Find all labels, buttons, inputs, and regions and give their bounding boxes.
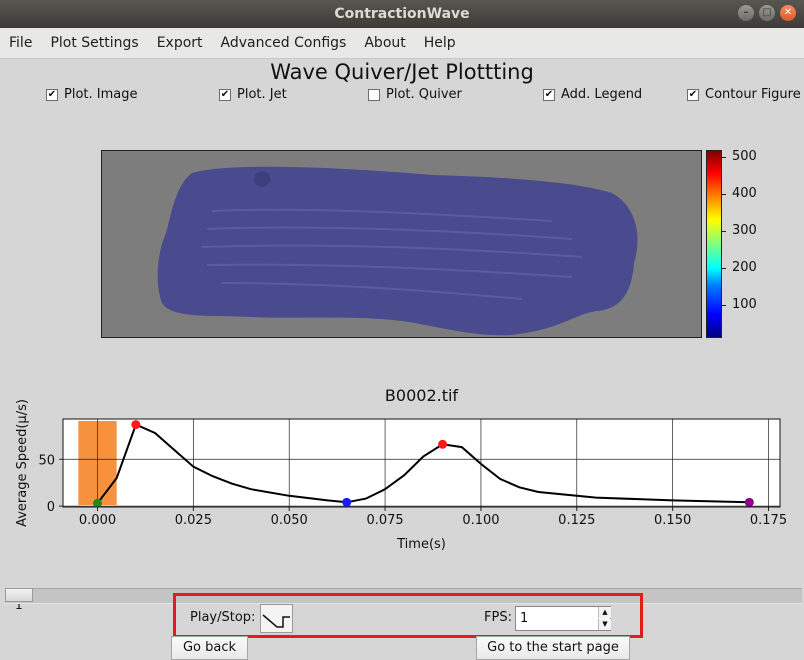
x-tick-label: 0.025 [175, 513, 212, 528]
y-axis-label: Average Speed(μ/s) [15, 399, 30, 527]
fps-label: FPS: [484, 610, 512, 625]
x-axis-label: Time(s) [396, 537, 446, 552]
page-title: Wave Quiver/Jet Plottting [270, 60, 534, 84]
checkbox-label: Plot. Quiver [386, 87, 462, 102]
checkbox-label: Plot. Image [64, 87, 138, 102]
menu-help[interactable]: Help [415, 35, 465, 51]
window-controls: – □ ✕ [738, 5, 796, 21]
event-marker [342, 497, 352, 507]
fps-value: 1 [520, 611, 529, 626]
menu-file[interactable]: File [0, 35, 41, 51]
x-tick-label: 0.075 [366, 513, 403, 528]
window-titlebar: ContractionWave – □ ✕ [0, 0, 804, 28]
fps-spinbox[interactable]: 1 [515, 606, 611, 631]
colorbar [706, 150, 722, 338]
menubar: File Plot Settings Export Advanced Confi… [0, 28, 804, 59]
chart-title: B0002.tif [385, 386, 459, 405]
colorbar-tick: 400 [722, 186, 757, 201]
colorbar-tick: 300 [722, 223, 757, 238]
checkbox-plot-quiver[interactable]: Plot. Quiver [368, 87, 462, 102]
y-tick-label: 50 [38, 453, 55, 468]
event-marker [93, 498, 103, 508]
speed-chart: 0.000 0.025 0.050 0.075 0.100 0.125 0.150 0.175… [15, 386, 787, 552]
x-tick-label: 0.125 [558, 513, 595, 528]
event-marker [438, 439, 448, 449]
checkbox-box[interactable]: ✔ [219, 88, 231, 101]
x-tick-label: 0.100 [462, 513, 499, 528]
checkbox-box[interactable]: ✔ [687, 88, 699, 101]
y-tick-label: 0 [47, 500, 55, 515]
menu-plot-settings[interactable]: Plot Settings [41, 35, 147, 51]
maximize-icon[interactable]: □ [759, 5, 775, 21]
checkbox-label: Add. Legend [561, 87, 643, 102]
checkbox-box[interactable]: ✔ [543, 88, 555, 101]
colorbar-tick: 200 [722, 260, 757, 275]
close-icon[interactable]: ✕ [780, 5, 796, 21]
x-tick-label: 0.050 [271, 513, 308, 528]
checkbox-label: Contour Figure [705, 87, 801, 102]
cell-contour-overlay [157, 166, 638, 336]
plot-options-row: ✔ Plot. Image ✔ Plot. Jet Plot. Quiver ✔… [0, 87, 804, 103]
window-title: ContractionWave [334, 6, 470, 22]
x-tick-label: 0.000 [79, 513, 116, 528]
cell-nucleus-mark [254, 171, 270, 187]
cell-heatmap-image [101, 150, 702, 338]
checkbox-contour-figure[interactable]: ✔ Contour Figure [687, 87, 801, 102]
fps-up-icon[interactable]: ▲ [598, 607, 611, 618]
colorbar-tick: 100 [722, 297, 757, 312]
play-stop-button[interactable] [260, 604, 293, 633]
menu-about[interactable]: About [355, 35, 414, 51]
checkbox-add-legend[interactable]: ✔ Add. Legend [543, 87, 642, 102]
checkbox-box[interactable] [368, 88, 380, 101]
event-marker [131, 420, 141, 430]
play-icon [262, 614, 290, 628]
play-stop-label: Play/Stop: [190, 610, 256, 625]
menu-advanced-configs[interactable]: Advanced Configs [212, 35, 356, 51]
x-tick-label: 0.150 [654, 513, 691, 528]
menu-export[interactable]: Export [148, 35, 212, 51]
minimize-icon[interactable]: – [738, 5, 754, 21]
checkbox-label: Plot. Jet [237, 87, 287, 102]
cell-overlay-svg [157, 166, 638, 336]
play-glyph-path [262, 614, 290, 628]
go-back-button[interactable]: Go back [171, 636, 248, 660]
checkbox-box[interactable]: ✔ [46, 88, 58, 101]
event-marker [744, 497, 754, 507]
fps-down-icon[interactable]: ▼ [598, 619, 611, 630]
x-tick-label: 0.175 [750, 513, 787, 528]
colorbar-tick: 500 [722, 149, 757, 164]
start-page-button[interactable]: Go to the start page [476, 636, 630, 660]
checkbox-plot-image[interactable]: ✔ Plot. Image [46, 87, 137, 102]
frame-slider-handle[interactable] [5, 588, 33, 602]
checkbox-plot-jet[interactable]: ✔ Plot. Jet [219, 87, 287, 102]
